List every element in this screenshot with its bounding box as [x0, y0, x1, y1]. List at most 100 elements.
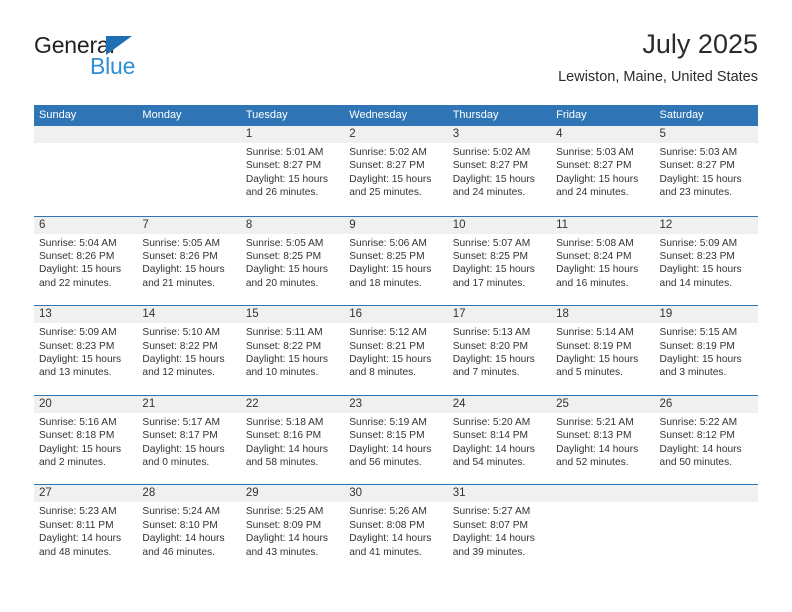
day-cell[interactable]: 10 Sunrise: 5:07 AM Sunset: 8:25 PM Dayligh… [447, 216, 552, 306]
daylight-text-line2: and 21 minutes. [142, 277, 215, 289]
day-cell[interactable]: 16 Sunrise: 5:12 AM Sunset: 8:21 PM Dayligh… [344, 306, 448, 395]
day-info: Sunrise: 5:03 AM Sunset: 8:27 PM Daylight:… [551, 143, 654, 200]
day-number: 12 [654, 216, 758, 234]
day-number: 29 [240, 485, 345, 503]
sunset-text: Sunset: 8:08 PM [349, 519, 425, 531]
daylight-text-line2: and 5 minutes. [556, 367, 623, 379]
day-number: 10 [447, 216, 552, 234]
sunset-text: Sunset: 8:23 PM [659, 251, 735, 262]
sunrise-text: Sunrise: 5:03 AM [556, 147, 634, 158]
day-number: 13 [34, 306, 138, 324]
day-cell[interactable]: 20 Sunrise: 5:16 AM Sunset: 8:18 PM Dayligh… [34, 395, 138, 485]
sunset-text: Sunset: 8:07 PM [452, 519, 529, 531]
day-info: Sunrise: 5:19 AM Sunset: 8:15 PM Daylight:… [344, 413, 447, 470]
sunrise-text: Sunrise: 5:05 AM [245, 237, 324, 249]
daylight-text-line1: Daylight: 15 hours [245, 173, 328, 185]
sunset-text: Sunset: 8:14 PM [452, 430, 529, 442]
day-cell[interactable]: 13 Sunrise: 5:09 AM Sunset: 8:23 PM Dayligh… [34, 306, 138, 395]
day-number: 15 [240, 306, 345, 324]
daylight-text-line2: and 39 minutes. [452, 546, 526, 558]
day-info: Sunrise: 5:22 AM Sunset: 8:12 PM Daylight:… [655, 413, 758, 470]
daylight-text-line1: Daylight: 15 hours [659, 173, 742, 185]
day-number: 16 [344, 306, 448, 324]
day-info: Sunrise: 5:17 AM Sunset: 8:17 PM Daylight:… [137, 413, 240, 470]
day-cell[interactable]: 24 Sunrise: 5:20 AM Sunset: 8:14 PM Dayligh… [447, 395, 552, 485]
sunrise-text: Sunrise: 5:24 AM [142, 506, 221, 518]
weekday-header-monday: Monday [142, 109, 182, 121]
daylight-text-line2: and 50 minutes. [659, 457, 733, 468]
daylight-text-line2: and 7 minutes. [452, 367, 520, 379]
day-number: 3 [447, 126, 552, 143]
day-info: Sunrise: 5:09 AM Sunset: 8:23 PM Daylight:… [34, 323, 137, 380]
daylight-text-line1: Daylight: 15 hours [142, 264, 225, 276]
daylight-text-line2: and 56 minutes. [349, 457, 422, 468]
daylight-text-line1: Daylight: 15 hours [452, 354, 535, 365]
day-cell[interactable]: 31 Sunrise: 5:27 AM Sunset: 8:07 PM Dayligh… [447, 485, 552, 574]
calendar-page: General Blue July 2025 Lewiston, Maine, … [0, 0, 792, 612]
sunrise-text: Sunrise: 5:08 AM [556, 237, 634, 249]
sunset-text: Sunset: 8:27 PM [452, 160, 529, 172]
daylight-text-line1: Daylight: 15 hours [452, 173, 535, 185]
day-cell[interactable]: 21 Sunrise: 5:17 AM Sunset: 8:17 PM Dayligh… [137, 395, 241, 485]
day-cell[interactable]: 28 Sunrise: 5:24 AM Sunset: 8:10 PM Dayligh… [137, 485, 241, 574]
daylight-text-line1: Daylight: 15 hours [142, 354, 225, 365]
day-number: 21 [137, 395, 241, 413]
day-cell[interactable]: 26 Sunrise: 5:22 AM Sunset: 8:12 PM Dayligh… [654, 395, 758, 485]
sunrise-text: Sunrise: 5:13 AM [452, 327, 531, 339]
day-cell[interactable]: 14 Sunrise: 5:10 AM Sunset: 8:22 PM Dayligh… [137, 306, 241, 395]
day-number: 31 [447, 485, 552, 503]
sunset-text: Sunset: 8:10 PM [142, 519, 218, 531]
day-cell-empty [137, 126, 241, 216]
day-cell[interactable]: 27 Sunrise: 5:23 AM Sunset: 8:11 PM Dayligh… [34, 485, 138, 574]
day-cell[interactable]: 7 Sunrise: 5:05 AM Sunset: 8:26 PM Daylight… [137, 216, 241, 306]
day-cell[interactable]: 3 Sunrise: 5:02 AM Sunset: 8:27 PM Daylight… [447, 126, 552, 216]
day-cell[interactable]: 30 Sunrise: 5:26 AM Sunset: 8:08 PM Dayligh… [344, 485, 448, 574]
day-cell[interactable]: 29 Sunrise: 5:25 AM Sunset: 8:09 PM Dayligh… [240, 485, 345, 574]
sunset-text: Sunset: 8:25 PM [245, 251, 322, 262]
day-info: Sunrise: 5:02 AM Sunset: 8:27 PM Daylight:… [344, 143, 447, 200]
sunset-text: Sunset: 8:19 PM [556, 340, 632, 352]
day-cell[interactable]: 19 Sunrise: 5:15 AM Sunset: 8:19 PM Dayligh… [654, 306, 758, 395]
day-info: Sunrise: 5:23 AM Sunset: 8:11 PM Daylight:… [34, 502, 137, 559]
day-cell[interactable]: 22 Sunrise: 5:18 AM Sunset: 8:16 PM Dayligh… [240, 395, 345, 485]
day-cell[interactable]: 15 Sunrise: 5:11 AM Sunset: 8:22 PM Dayligh… [240, 306, 345, 395]
daylight-text-line1: Daylight: 14 hours [349, 443, 432, 455]
day-cell[interactable]: 8 Sunrise: 5:05 AM Sunset: 8:25 PM Daylight… [240, 216, 345, 306]
daylight-text-line2: and 43 minutes. [245, 546, 319, 558]
daylight-text-line2: and 48 minutes. [39, 546, 112, 558]
daylight-text-line2: and 46 minutes. [142, 546, 215, 558]
sunrise-text: Sunrise: 5:19 AM [349, 416, 427, 428]
day-cell[interactable]: 11 Sunrise: 5:08 AM Sunset: 8:24 PM Dayligh… [551, 216, 655, 306]
day-cell[interactable]: 25 Sunrise: 5:21 AM Sunset: 8:13 PM Dayligh… [551, 395, 655, 485]
day-info: Sunrise: 5:26 AM Sunset: 8:08 PM Daylight:… [344, 502, 447, 559]
day-cell[interactable]: 2 Sunrise: 5:02 AM Sunset: 8:27 PM Daylight… [344, 126, 448, 216]
day-cell[interactable]: 18 Sunrise: 5:14 AM Sunset: 8:19 PM Dayligh… [551, 306, 655, 395]
weekday-header-thursday: Thursday [452, 109, 499, 121]
daylight-text-line1: Daylight: 15 hours [349, 264, 432, 276]
day-number: 24 [447, 395, 552, 413]
sunrise-text: Sunrise: 5:09 AM [659, 237, 738, 249]
day-cell[interactable]: 6 Sunrise: 5:04 AM Sunset: 8:26 PM Daylight… [34, 216, 138, 306]
daylight-text-line1: Daylight: 14 hours [245, 533, 328, 545]
weekday-header-friday: Friday [556, 109, 587, 121]
sunrise-text: Sunrise: 5:12 AM [349, 327, 427, 339]
weekday-header-tuesday: Tuesday [245, 109, 288, 121]
day-info: Sunrise: 5:08 AM Sunset: 8:24 PM Daylight:… [551, 234, 654, 291]
sunrise-text: Sunrise: 5:23 AM [39, 506, 117, 518]
page-header: General Blue July 2025 Lewiston, Maine, … [34, 28, 758, 98]
day-cell[interactable]: 4 Sunrise: 5:03 AM Sunset: 8:27 PM Daylight… [551, 126, 655, 216]
sunset-text: Sunset: 8:19 PM [659, 340, 735, 352]
day-cell[interactable]: 12 Sunrise: 5:09 AM Sunset: 8:23 PM Dayligh… [654, 216, 758, 306]
day-cell[interactable]: 23 Sunrise: 5:19 AM Sunset: 8:15 PM Dayligh… [344, 395, 448, 485]
day-cell[interactable]: 5 Sunrise: 5:03 AM Sunset: 8:27 PM Daylight… [654, 126, 758, 216]
day-number: 28 [137, 485, 241, 503]
day-info: Sunrise: 5:06 AM Sunset: 8:25 PM Daylight:… [344, 234, 447, 291]
day-cell[interactable]: 9 Sunrise: 5:06 AM Sunset: 8:25 PM Daylight… [344, 216, 448, 306]
day-cell[interactable]: 17 Sunrise: 5:13 AM Sunset: 8:20 PM Dayligh… [447, 306, 552, 395]
daylight-text-line2: and 41 minutes. [349, 546, 422, 558]
week-row: 20 Sunrise: 5:16 AM Sunset: 8:18 PM Dayligh… [34, 394, 758, 485]
day-number [551, 485, 655, 503]
sunrise-text: Sunrise: 5:21 AM [556, 416, 634, 428]
day-number: 27 [34, 485, 138, 503]
day-cell[interactable]: 1 Sunrise: 5:01 AM Sunset: 8:27 PM Daylight… [240, 126, 345, 216]
